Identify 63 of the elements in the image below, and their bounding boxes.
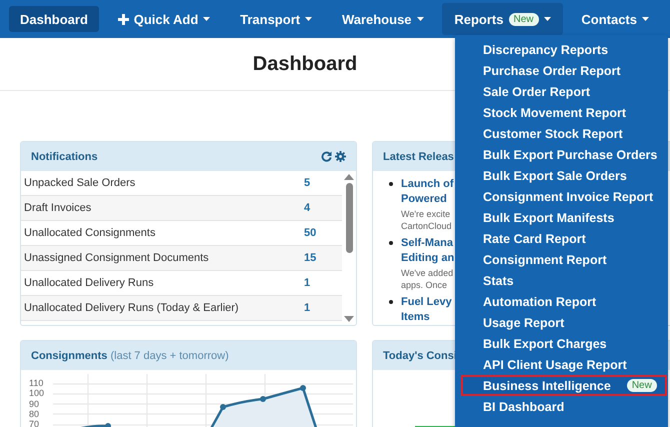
notification-label: Unpacked Sale Orders bbox=[24, 177, 136, 189]
release-summary: We're excite CartonCloud bbox=[401, 208, 453, 232]
bullet-icon bbox=[389, 300, 393, 304]
nav-menu-item[interactable]: Transport bbox=[229, 6, 324, 32]
notification-count: 1 bbox=[304, 302, 312, 314]
panel-title: Latest Releas bbox=[383, 150, 454, 162]
settings-icon[interactable] bbox=[335, 151, 346, 162]
dropdown-menu-item[interactable]: Consignment Report bbox=[461, 249, 667, 270]
notification-count: 50 bbox=[304, 227, 318, 239]
release-link[interactable]: Fuel Levy Items bbox=[401, 295, 452, 325]
nav-menu-item[interactable]: Warehouse bbox=[330, 6, 435, 32]
scroll-up-icon[interactable] bbox=[344, 174, 354, 180]
dropdown-menu-item[interactable]: Consignment Invoice Report bbox=[461, 186, 667, 207]
axis-tick-label: 90 bbox=[29, 398, 40, 409]
bullet-icon bbox=[389, 182, 393, 186]
axis-tick-label: 100 bbox=[29, 388, 46, 399]
dropdown-menu-item[interactable]: Bulk Export Manifests bbox=[461, 207, 667, 228]
notification-row[interactable]: Draft Invoices 4 bbox=[21, 196, 342, 221]
panel-title: Consignments (last 7 days + tomorrow) bbox=[31, 350, 229, 362]
new-badge: New bbox=[508, 12, 539, 26]
nav-menu-item[interactable]: Reports New bbox=[442, 3, 563, 35]
dropdown-menu-item[interactable]: Purchase Order Report bbox=[461, 60, 667, 81]
notification-label: Unallocated Consignments bbox=[24, 227, 156, 239]
scroll-down-icon[interactable] bbox=[344, 316, 354, 322]
refresh-icon[interactable] bbox=[321, 151, 332, 162]
dropdown-menu-item[interactable]: Business Intelligence New bbox=[461, 375, 667, 396]
dropdown-menu-item[interactable]: API Client Usage Report bbox=[461, 354, 667, 375]
notification-row[interactable]: Unallocated Delivery Runs (Today & Earlier) 1 bbox=[21, 296, 342, 321]
nav-menu-item[interactable]: Contacts bbox=[570, 6, 660, 32]
nav-menu-item[interactable]: Dashboard bbox=[9, 6, 99, 32]
dropdown-menu-item[interactable]: Stock Movement Report bbox=[461, 102, 667, 123]
dropdown-menu-item[interactable]: Bulk Export Purchase Orders bbox=[461, 144, 667, 165]
notification-row[interactable]: Unassigned Consignment Documents 15 bbox=[21, 246, 342, 271]
dropdown-menu-item[interactable]: Sale Order Report bbox=[461, 81, 667, 102]
notification-label: Unallocated Delivery Runs (Today & Earlier) bbox=[24, 302, 240, 314]
bullet-icon bbox=[389, 241, 393, 245]
new-badge: New bbox=[626, 379, 657, 392]
release-link[interactable]: Self-Mana Editing an bbox=[401, 236, 454, 266]
dropdown-menu-item[interactable]: Stats bbox=[461, 270, 667, 291]
axis-tick-label: 110 bbox=[29, 378, 44, 388]
nav-menu-item[interactable]: Quick Add bbox=[106, 6, 222, 32]
release-summary: We've added apps. Once bbox=[401, 267, 454, 291]
notification-count: 1 bbox=[304, 277, 312, 289]
dropdown-menu-item[interactable]: Rate Card Report bbox=[461, 228, 667, 249]
dropdown-menu-item[interactable]: Automation Report bbox=[461, 291, 667, 312]
dropdown-menu-item[interactable]: Bulk Export Charges bbox=[461, 333, 667, 354]
release-link[interactable]: Launch of Powered bbox=[401, 177, 454, 207]
dropdown-menu-item[interactable]: BI Dashboard bbox=[461, 396, 667, 417]
dropdown-menu-item[interactable]: Discrepancy Reports bbox=[461, 39, 667, 60]
notification-label: Unallocated Delivery Runs bbox=[24, 277, 155, 289]
page-title: Dashboard bbox=[252, 52, 358, 76]
notification-label: Draft Invoices bbox=[24, 202, 92, 214]
notification-count: 4 bbox=[304, 202, 312, 214]
dropdown-menu-item[interactable]: Bulk Export Sale Orders bbox=[461, 165, 667, 186]
dropdown-menu-item[interactable]: Usage Report bbox=[461, 312, 667, 333]
dropdown-menu-item[interactable]: Customer Stock Report bbox=[461, 123, 667, 144]
axis-tick-label: 70 bbox=[29, 419, 40, 427]
axis-tick-label: 80 bbox=[29, 408, 40, 420]
notification-label: Unassigned Consignment Documents bbox=[24, 252, 210, 264]
notification-count: 5 bbox=[304, 177, 312, 189]
plus-icon bbox=[118, 14, 129, 24]
panel-title: Notifications bbox=[31, 150, 98, 162]
notification-count: 15 bbox=[304, 252, 318, 264]
